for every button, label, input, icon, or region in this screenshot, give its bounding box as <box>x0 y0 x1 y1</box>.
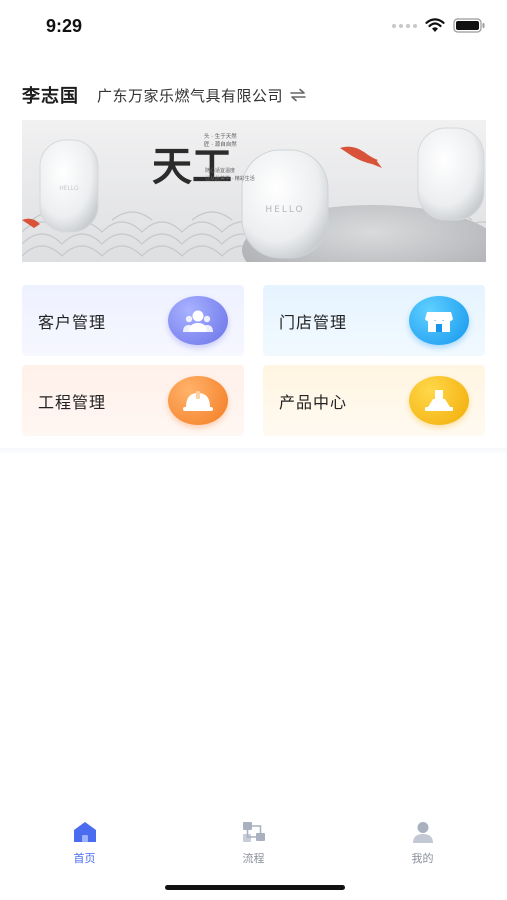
promo-banner[interactable]: HELLO HELLO 天工 头 · 生于天然 匠 · 源自自然 随心适宜温度 … <box>22 120 486 262</box>
flowchart-icon <box>242 822 265 842</box>
profile-icon <box>412 822 433 843</box>
tab-label: 我的 <box>411 852 434 865</box>
header: 李志国 广东万家乐燃气具有限公司 <box>22 80 485 110</box>
home-icon <box>73 822 96 842</box>
wifi-icon <box>425 18 445 32</box>
banner-artwork: HELLO HELLO 天工 头 · 生于天然 匠 · 源自自然 随心适宜温度 … <box>22 120 486 262</box>
banner-tagline-1: 头 · 生于天然 <box>204 132 237 140</box>
store-management-tile[interactable]: 门店管理 <box>263 285 485 356</box>
hardhat-icon <box>168 376 228 425</box>
banner-headline: 天工 <box>152 143 232 190</box>
swap-arrows-icon[interactable] <box>289 88 307 102</box>
storefront-icon <box>409 296 469 345</box>
feature-grid: 客户管理 门店管理 工程管理 产品中心 <box>22 285 486 436</box>
left-heater-text: HELLO <box>59 185 79 192</box>
cellular-signal-icon <box>392 23 417 28</box>
battery-icon <box>453 18 485 33</box>
tile-label: 产品中心 <box>279 392 348 412</box>
user-name: 李志国 <box>22 86 79 107</box>
center-heater-text: HELLO <box>265 205 304 215</box>
status-bar: 9:29 <box>0 0 507 54</box>
tile-label: 门店管理 <box>279 312 348 332</box>
banner-side-text-2: 让从此美学 · 精彩生活 <box>205 175 255 182</box>
customer-management-tile[interactable]: 客户管理 <box>22 285 244 356</box>
tab-home[interactable]: 首页 <box>0 808 169 868</box>
tile-label: 客户管理 <box>38 312 107 332</box>
status-time: 9:29 <box>46 16 83 36</box>
home-indicator[interactable] <box>165 885 345 890</box>
tab-profile[interactable]: 我的 <box>338 808 507 868</box>
tile-label: 工程管理 <box>38 392 107 412</box>
company-name: 广东万家乐燃气具有限公司 <box>97 86 284 105</box>
tab-label: 首页 <box>73 852 96 865</box>
customer-people-icon <box>168 296 228 345</box>
project-management-tile[interactable]: 工程管理 <box>22 365 244 436</box>
banner-side-text-1: 随心适宜温度 <box>205 167 235 174</box>
tab-label: 流程 <box>242 852 265 865</box>
banner-tagline-2: 匠 · 源自自然 <box>204 140 237 148</box>
status-icons <box>392 18 485 33</box>
tab-workflow[interactable]: 流程 <box>169 808 338 868</box>
bottom-tab-bar: 首页 流程 我的 <box>0 808 507 868</box>
company-switcher[interactable]: 广东万家乐燃气具有限公司 <box>97 85 307 106</box>
section-divider <box>0 448 507 456</box>
range-hood-icon <box>409 376 469 425</box>
product-center-tile[interactable]: 产品中心 <box>263 365 485 436</box>
